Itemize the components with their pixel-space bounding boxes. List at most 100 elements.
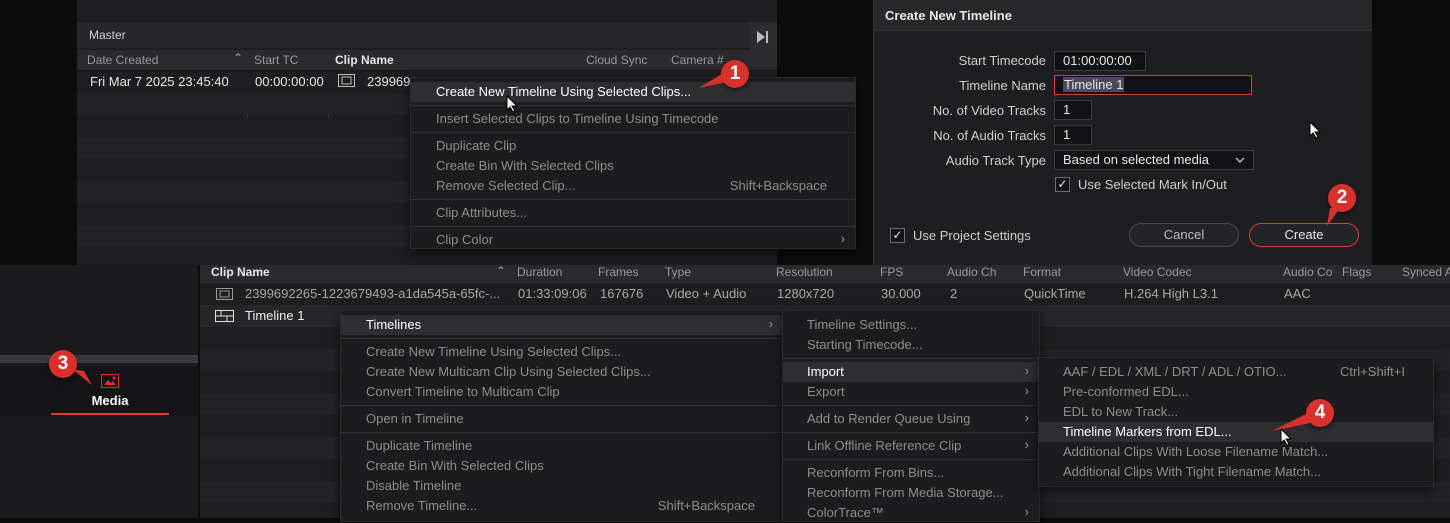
chevron-right-icon: › — [1024, 383, 1029, 398]
cell-clip-name: 239969 — [367, 74, 411, 89]
use-project-settings-label: Use Project Settings — [913, 228, 1031, 243]
video-tracks-field[interactable]: 1 — [1054, 100, 1092, 120]
clip-context-menu: Create New Timeline Using Selected Clips… — [410, 77, 856, 249]
cell-timeline-name: Timeline 1 — [245, 308, 305, 323]
dialog-title: Create New Timeline — [885, 8, 1012, 23]
cell-format: QuickTime — [1024, 286, 1086, 301]
media-tab-label: Media — [91, 393, 129, 408]
bin-name: Master — [89, 28, 126, 42]
menu-clip-color[interactable]: Clip Color › — [411, 230, 855, 250]
menu-colortrace[interactable]: ColorTrace™ › — [783, 503, 1039, 523]
menu-timeline-markers-edl[interactable]: Timeline Markers from EDL... — [1039, 422, 1433, 442]
menu-disable-timeline[interactable]: Disable Timeline — [341, 476, 783, 496]
use-mark-label: Use Selected Mark In/Out — [1078, 177, 1227, 192]
chevron-right-icon: › — [1024, 363, 1029, 378]
menu-duplicate-timeline[interactable]: Duplicate Timeline — [341, 436, 783, 456]
cell-frames: 167676 — [600, 286, 644, 301]
menu-remove-timeline[interactable]: Remove Timeline... Shift+Backspace — [341, 496, 783, 516]
badge-pointer-1 — [699, 72, 727, 88]
menu-clips-tight-match[interactable]: Additional Clips With Tight Filename Mat… — [1039, 462, 1433, 482]
start-timecode-field[interactable]: 01:00:00:00 — [1054, 51, 1146, 71]
bin-header: Master — [77, 22, 777, 48]
col-clip-name[interactable]: Clip Name — [335, 53, 394, 67]
menu-create-new-timeline[interactable]: Create New Timeline Using Selected Clips… — [411, 82, 855, 102]
col-video-codec[interactable]: Video Codec — [1123, 265, 1192, 279]
panel-divider — [0, 355, 198, 363]
cell-type: Video + Audio — [666, 286, 747, 301]
clip-film-icon — [338, 74, 355, 90]
col-date-created[interactable]: Date Created — [87, 53, 158, 67]
menu-clip-attributes[interactable]: Clip Attributes... — [411, 203, 855, 223]
video-tracks-label: No. of Video Tracks — [932, 103, 1046, 118]
col-cloud-sync[interactable]: Cloud Sync — [586, 53, 647, 67]
mouse-cursor-icon — [1309, 121, 1321, 139]
col-synced-audio[interactable]: Synced A — [1402, 265, 1450, 279]
menu-clips-loose-match[interactable]: Additional Clips With Loose Filename Mat… — [1039, 442, 1433, 462]
menu-convert-multicam[interactable]: Convert Timeline to Multicam Clip — [341, 382, 783, 402]
cell-fps: 30.000 — [881, 286, 921, 301]
timeline-name-field[interactable]: Timeline 1 — [1054, 75, 1252, 95]
col-audio-ch[interactable]: Audio Ch — [947, 265, 996, 279]
audio-track-type-select[interactable]: Based on selected media — [1054, 150, 1254, 170]
chevron-down-icon — [1235, 157, 1245, 163]
cancel-button[interactable]: Cancel — [1129, 223, 1239, 247]
menu-duplicate-clip[interactable]: Duplicate Clip — [411, 136, 855, 156]
col-camera[interactable]: Camera # — [671, 53, 724, 67]
menu-starting-timecode[interactable]: Starting Timecode... — [783, 335, 1039, 355]
col-clip-name[interactable]: Clip Name — [211, 265, 270, 279]
timeline-icon — [215, 310, 234, 322]
col-fps[interactable]: FPS — [880, 265, 903, 279]
chevron-right-icon: › — [1024, 504, 1029, 519]
audio-track-type-label: Audio Track Type — [945, 153, 1046, 168]
col-duration[interactable]: Duration — [517, 265, 562, 279]
skip-to-end-button[interactable] — [749, 22, 777, 52]
col-audio-codec[interactable]: Audio Co — [1283, 265, 1332, 279]
menu-create-bin[interactable]: Create Bin With Selected Clips — [411, 156, 855, 176]
media-icon — [101, 374, 119, 388]
cell-video-codec: H.264 High L3.1 — [1124, 286, 1218, 301]
menu-timeline-settings[interactable]: Timeline Settings... — [783, 315, 1039, 335]
table-row[interactable]: 2399692265-1223679493-a1da545a-65fc-... … — [200, 283, 1450, 305]
sort-asc-icon: ⌃ — [233, 51, 244, 65]
cell-audio-codec: AAC — [1284, 286, 1311, 301]
use-mark-checkbox[interactable]: ✓ — [1055, 177, 1070, 192]
timeline-context-menu: Timelines › Create New Timeline Using Sel… — [340, 310, 784, 522]
menu-import[interactable]: Import › — [783, 362, 1039, 382]
menu-preconformed-edl[interactable]: Pre-conformed EDL... — [1039, 382, 1433, 402]
menu-create-multicam[interactable]: Create New Multicam Clip Using Selected … — [341, 362, 783, 382]
create-timeline-dialog: Create New Timeline Start Timecode 01:00… — [873, 0, 1372, 265]
column-header-bottom: Clip Name ⌃ Duration Frames Type Resolut… — [200, 264, 1450, 283]
use-project-settings-checkbox[interactable]: ✓ — [890, 228, 905, 243]
menu-create-bin[interactable]: Create Bin With Selected Clips — [341, 456, 783, 476]
col-type[interactable]: Type — [665, 265, 691, 279]
audio-tracks-field[interactable]: 1 — [1054, 125, 1092, 145]
menu-export[interactable]: Export › — [783, 382, 1039, 402]
menu-edl-new-track[interactable]: EDL to New Track... — [1039, 402, 1433, 422]
badge-pointer-2 — [1327, 208, 1340, 226]
menu-link-offline-reference[interactable]: Link Offline Reference Clip › — [783, 436, 1039, 456]
menu-import-aaf-edl-xml[interactable]: AAF / EDL / XML / DRT / ADL / OTIO... Ctr… — [1039, 362, 1433, 382]
timeline-name-label: Timeline Name — [959, 78, 1046, 93]
timeline-name-selected: Timeline 1 — [1063, 77, 1125, 92]
cell-date-created: Fri Mar 7 2025 23:45:40 — [90, 74, 229, 89]
menu-create-new-timeline[interactable]: Create New Timeline Using Selected Clips… — [341, 342, 783, 362]
cell-duration: 01:33:09:06 — [518, 286, 587, 301]
chevron-right-icon: › — [840, 231, 845, 246]
menu-remove-clip[interactable]: Remove Selected Clip... Shift+Backspace — [411, 176, 855, 196]
timelines-submenu: Timeline Settings... Starting Timecode..… — [782, 310, 1040, 522]
badge-pointer-3 — [72, 369, 92, 385]
sort-asc-icon: ⌃ — [496, 264, 507, 278]
menu-open-in-timeline[interactable]: Open in Timeline — [341, 409, 783, 429]
dialog-titlebar: Create New Timeline — [874, 0, 1372, 31]
menu-timelines[interactable]: Timelines › — [341, 315, 783, 335]
import-submenu: AAF / EDL / XML / DRT / ADL / OTIO... Ctr… — [1038, 357, 1434, 487]
col-resolution[interactable]: Resolution — [776, 265, 833, 279]
col-start-tc[interactable]: Start TC — [254, 53, 298, 67]
col-format[interactable]: Format — [1023, 265, 1061, 279]
col-frames[interactable]: Frames — [598, 265, 639, 279]
col-flags[interactable]: Flags — [1342, 265, 1371, 279]
menu-add-render-queue[interactable]: Add to Render Queue Using › — [783, 409, 1039, 429]
menu-reconform-media-storage[interactable]: Reconform From Media Storage... — [783, 483, 1039, 503]
menu-reconform-bins[interactable]: Reconform From Bins... — [783, 463, 1039, 483]
menu-insert-clips-timecode[interactable]: Insert Selected Clips to Timeline Using … — [411, 109, 855, 129]
